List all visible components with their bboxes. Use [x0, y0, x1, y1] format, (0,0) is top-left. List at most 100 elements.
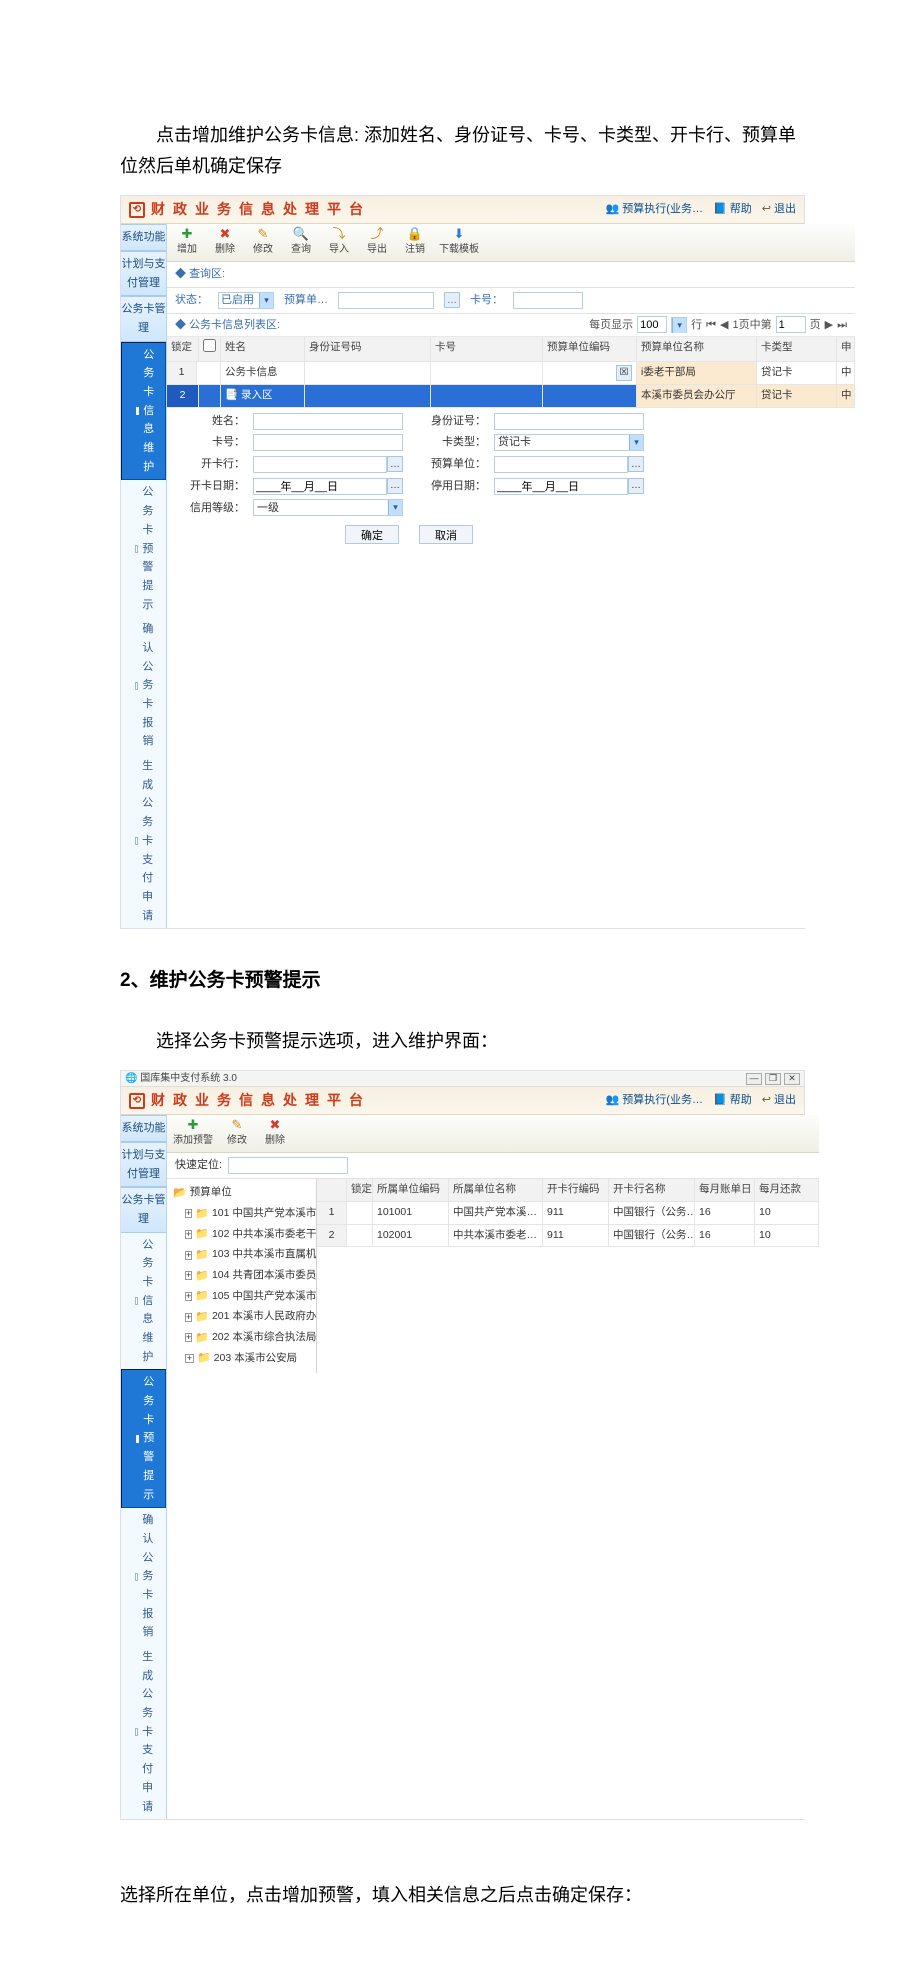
paragraph-2: 选择公务卡预警提示选项，进入维护界面： — [120, 1026, 805, 1057]
bank-open-button[interactable]: … — [387, 456, 403, 472]
sidebar-item-alert[interactable]: 公务卡预警提示 — [121, 1369, 166, 1508]
download-template-button[interactable]: ⬇下载模板 — [439, 227, 479, 258]
sidebar-item-generate[interactable]: 生成公务卡支付申请 — [121, 1645, 166, 1819]
close-button[interactable]: ✕ — [784, 1073, 800, 1085]
sidebar-item-alert[interactable]: 公务卡预警提示 — [121, 480, 166, 617]
page-next[interactable]: ▶ — [825, 316, 833, 335]
locate-label: 快速定位: — [175, 1156, 222, 1175]
unit-input[interactable] — [338, 292, 434, 309]
credit-label: 信用等级： — [185, 499, 245, 518]
cardno-form-input[interactable] — [253, 434, 403, 451]
budget-exec-link[interactable]: 👥 预算执行(业务… — [606, 200, 703, 219]
cardtype-label: 卡类型： — [426, 433, 486, 452]
sidebar-group-plan[interactable]: 计划与支付管理 — [121, 1142, 166, 1187]
exit-link[interactable]: ↩ 退出 — [762, 1091, 796, 1110]
void-button[interactable]: 🔒注销 — [401, 227, 429, 258]
per-page-dd[interactable]: ▾ — [671, 317, 687, 333]
pagination: 每页显示 ▾ 行 ⏮ ◀ 1页中第 页 ▶ ⏭ — [589, 316, 847, 335]
sidebar-group-plan[interactable]: 计划与支付管理 — [121, 251, 166, 296]
unit-open-button-2[interactable]: … — [628, 456, 644, 472]
heading-2: 2、维护公务卡预警提示 — [120, 965, 805, 997]
help-link[interactable]: 📘 帮助 — [713, 200, 752, 219]
status-label: 状态： — [175, 291, 208, 310]
maximize-button[interactable]: ❐ — [765, 1073, 781, 1085]
cardtype-select[interactable]: 贷记卡▾ — [494, 434, 644, 451]
grid-header-row: 锁定 姓名身份证号码卡号 预算单位编码预算单位名称卡类型申 — [167, 337, 855, 362]
tree-item[interactable]: +📁105 中国共产党本溪市纪 — [169, 1286, 314, 1307]
cardno-input[interactable] — [513, 292, 583, 309]
unit-open-button[interactable]: … — [444, 292, 460, 308]
tree-item[interactable]: +📁202 本溪市综合执法局 — [169, 1328, 314, 1349]
opendate-input[interactable] — [253, 478, 387, 495]
stopdate-input[interactable] — [494, 478, 628, 495]
minimize-button[interactable]: — — [746, 1073, 762, 1085]
budget-exec-link[interactable]: 👥 预算执行(业务… — [606, 1091, 703, 1110]
import-button[interactable]: ⤵导入 — [325, 227, 353, 258]
cancel-button[interactable]: 取消 — [419, 525, 473, 544]
grid-header-row: 锁定所属单位编码所属单位名称 开卡行编码开卡行名称每月账单日每月还款 — [317, 1179, 819, 1202]
app-title: 财政业务信息处理平台 — [151, 1089, 371, 1113]
table-row[interactable]: 1 公务卡信息 ☒ i委老干部局贷记卡中 — [167, 362, 855, 385]
add-button[interactable]: ✚增加 — [173, 227, 201, 258]
tree-item[interactable]: +📁101 中国共产党本溪市委 — [169, 1204, 314, 1225]
per-page-input[interactable] — [637, 316, 667, 333]
delete-button[interactable]: ✖删除 — [211, 227, 239, 258]
table-row[interactable]: 2 102001中共本溪市委老…911 中国银行（公务…1610 — [317, 1225, 819, 1248]
add-alert-button[interactable]: ✚添加预警 — [173, 1118, 213, 1149]
sidebar: 系统功能 计划与支付管理 公务卡管理 公务卡信息维护 公务卡预警提示 确认公务卡… — [121, 224, 167, 928]
sidebar-group-card[interactable]: 公务卡管理 — [121, 296, 166, 341]
logo-icon: ⟲ — [129, 1093, 145, 1109]
sidebar-item-card-info[interactable]: 公务卡信息维护 — [121, 1233, 166, 1370]
credit-select[interactable]: 一级▾ — [253, 499, 403, 516]
select-all-checkbox[interactable] — [203, 339, 216, 352]
table-row[interactable]: 2 📑 录入区 本溪市委员会办公厅 贷记卡中 — [167, 385, 855, 408]
bank-label: 开卡行： — [185, 455, 245, 474]
bank-input[interactable] — [253, 456, 387, 473]
chevron-down-icon: ▾ — [388, 500, 402, 515]
budget-unit-input[interactable] — [494, 456, 628, 473]
window-titlebar: 🌐 国库集中支付系统 3.0 — ❐ ✕ — [121, 1071, 804, 1087]
exit-link[interactable]: ↩ 退出 — [762, 200, 796, 219]
page-prev[interactable]: ◀ — [720, 316, 728, 335]
logo-icon: ⟲ — [129, 202, 145, 218]
id-input[interactable] — [494, 413, 644, 430]
delete-button[interactable]: ✖删除 — [261, 1118, 289, 1149]
unit-label: 预算单… — [284, 291, 328, 310]
sidebar-group-card[interactable]: 公务卡管理 — [121, 1187, 166, 1232]
budget-unit-label: 预算单位： — [426, 455, 486, 474]
date-open-button[interactable]: … — [387, 478, 403, 494]
tree-root[interactable]: 📂预算单位 — [169, 1183, 314, 1204]
name-label: 姓名： — [185, 412, 245, 431]
sidebar-item-card-info[interactable]: 公务卡信息维护 — [121, 342, 166, 481]
status-select[interactable]: 已启用▾ — [218, 292, 274, 309]
tree-item[interactable]: +📁201 本溪市人民政府办公 — [169, 1307, 314, 1328]
sidebar-item-confirm[interactable]: 确认公务卡报销 — [121, 617, 166, 754]
sidebar-item-generate[interactable]: 生成公务卡支付申请 — [121, 754, 166, 928]
date-open-button-2[interactable]: … — [628, 478, 644, 494]
name-input[interactable] — [253, 413, 403, 430]
tree-item[interactable]: +📁104 共青团本溪市委员会 — [169, 1266, 314, 1287]
page-last[interactable]: ⏭ — [837, 316, 847, 335]
page-first[interactable]: ⏮ — [706, 316, 716, 335]
edit-button[interactable]: ✎修改 — [223, 1118, 251, 1149]
query-button[interactable]: 🔍查询 — [287, 227, 315, 258]
app-header: ⟲ 财政业务信息处理平台 👥 预算执行(业务… 📘 帮助 ↩ 退出 — [121, 1087, 804, 1115]
tree-item[interactable]: +📁103 中共本溪市直属机关 — [169, 1245, 314, 1266]
page-num-input[interactable] — [776, 316, 806, 333]
export-button[interactable]: ⤴导出 — [363, 227, 391, 258]
opendate-label: 开卡日期： — [185, 477, 245, 496]
table-row[interactable]: 1 101001中国共产党本溪…911 中国银行（公务…1610 — [317, 1202, 819, 1225]
sidebar-group-system[interactable]: 系统功能 — [121, 224, 166, 251]
ok-button[interactable]: 确定 — [345, 525, 399, 544]
locate-input[interactable] — [228, 1157, 348, 1174]
edit-button[interactable]: ✎修改 — [249, 227, 277, 258]
tree-item[interactable]: +📁203 本溪市公安局 — [169, 1348, 314, 1369]
sidebar: 系统功能 计划与支付管理 公务卡管理 公务卡信息维护 公务卡预警提示 确认公务卡… — [121, 1115, 167, 1819]
tree-item[interactable]: +📁102 中共本溪市委老干部 — [169, 1224, 314, 1245]
sidebar-group-system[interactable]: 系统功能 — [121, 1115, 166, 1142]
open-icon[interactable]: ☒ — [616, 365, 632, 381]
screenshot-1: ⟲ 财政业务信息处理平台 👥 预算执行(业务… 📘 帮助 ↩ 退出 系统功能 计… — [120, 195, 805, 929]
sidebar-item-confirm[interactable]: 确认公务卡报销 — [121, 1508, 166, 1645]
id-label: 身份证号： — [426, 412, 486, 431]
help-link[interactable]: 📘 帮助 — [713, 1091, 752, 1110]
